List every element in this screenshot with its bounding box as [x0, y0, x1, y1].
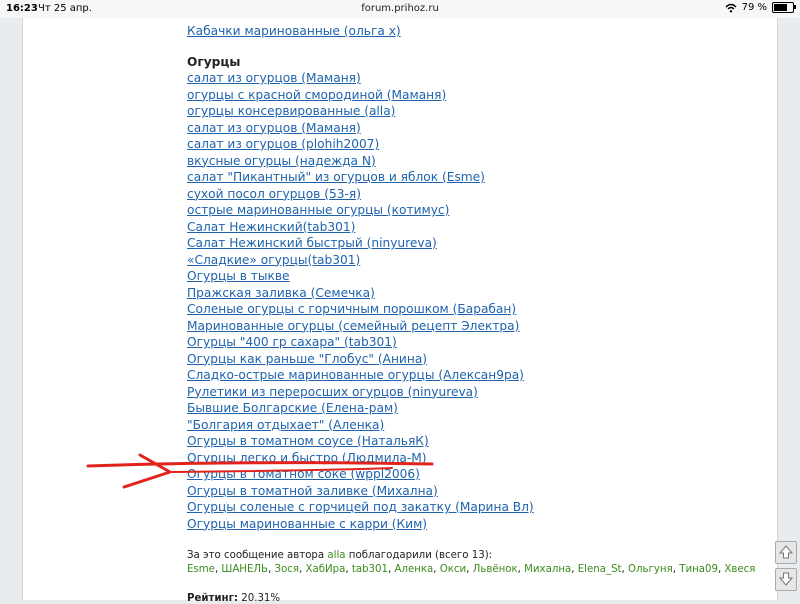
thanks-user-link[interactable]: Esme	[187, 564, 215, 575]
recipe-link[interactable]: Рулетики из переросших огурцов (ninyurev…	[187, 384, 767, 401]
rating-line: Рейтинг: 20.31%	[187, 593, 280, 604]
recipe-link[interactable]: салат из огурцов (Маманя)	[187, 120, 767, 137]
thanks-user-link[interactable]: Львёнок	[473, 564, 518, 575]
thanks-line: За это сообщение автора alla поблагодари…	[187, 550, 493, 561]
recipe-link[interactable]: Пражская заливка (Семечка)	[187, 285, 767, 302]
status-bar: 16:23 Чт 25 апр. forum.prihoz.ru 79 %	[0, 0, 800, 18]
recipe-link[interactable]: "Болгария отдыхает" (Аленка)	[187, 417, 767, 434]
recipe-link[interactable]: Огурцы как раньше "Глобус" (Анина)	[187, 351, 767, 368]
thanks-user-link[interactable]: ХабИра	[306, 564, 346, 575]
thanks-user-link[interactable]: Михална	[524, 564, 571, 575]
post-content: Кабачки маринованные (ольга х) Огурцы са…	[187, 23, 767, 532]
battery-icon	[772, 2, 796, 13]
recipe-link[interactable]: Огурцы маринованные с карри (Ким)	[187, 516, 767, 533]
thanks-user-link[interactable]: Тина09	[679, 564, 718, 575]
recipe-link[interactable]: острые маринованные огурцы (котимус)	[187, 202, 767, 219]
scroll-down-button[interactable]	[775, 568, 797, 591]
recipe-link[interactable]: «Сладкие» огурцы(tab301)	[187, 252, 767, 269]
recipe-link[interactable]: Огурцы в томатном соусе (НатальяК)	[187, 433, 767, 450]
thanks-user-link[interactable]: tab301	[352, 564, 388, 575]
rating-value: 20.31%	[241, 593, 281, 604]
recipe-link[interactable]: Огурцы в томатной заливке (Михална)	[187, 483, 767, 500]
thanks-names-list: Esme, ШАНЕЛЬ, Зося, ХабИра, tab301, Ален…	[187, 564, 756, 575]
thanks-user-link[interactable]: ШАНЕЛЬ	[221, 564, 268, 575]
arrow-up-icon	[778, 545, 794, 559]
recipe-link[interactable]: Огурцы в томатном соке (wppl2006)	[187, 466, 767, 483]
link-kabachki[interactable]: Кабачки маринованные (ольга х)	[187, 23, 767, 40]
wifi-icon	[725, 3, 737, 12]
recipe-link[interactable]: Огурцы легко и быстро (Людмила-М)	[187, 450, 767, 467]
recipe-link[interactable]: сухой посол огурцов (53-я)	[187, 186, 767, 203]
section-title-ogurtsy: Огурцы	[187, 54, 241, 69]
battery-percent: 79 %	[741, 2, 767, 13]
recipe-link[interactable]: Огурцы в тыкве	[187, 268, 767, 285]
recipe-link[interactable]: Салат Нежинский(tab301)	[187, 219, 767, 236]
status-indicators: 79 %	[725, 2, 796, 13]
recipe-link[interactable]: Бывшие Болгарские (Елена-рам)	[187, 400, 767, 417]
thanks-user-link[interactable]: Ольгуня	[628, 564, 673, 575]
thanks-author[interactable]: alla	[327, 550, 345, 561]
address-url[interactable]: forum.prihoz.ru	[0, 3, 800, 14]
thanks-user-link[interactable]: Elena_St	[578, 564, 622, 575]
rating-label: Рейтинг:	[187, 593, 238, 604]
thanks-user-link[interactable]: Зося	[275, 564, 300, 575]
recipe-link[interactable]: салат из огурцов (Маманя)	[187, 70, 767, 87]
recipe-link[interactable]: Сладко-острые маринованные огурцы (Алекс…	[187, 367, 767, 384]
thanks-user-link[interactable]: Окси	[440, 564, 466, 575]
recipe-link-list: салат из огурцов (Маманя) огурцы с красно…	[187, 70, 767, 532]
scroll-up-button[interactable]	[775, 541, 797, 564]
post-panel: Кабачки маринованные (ольга х) Огурцы са…	[22, 18, 778, 604]
recipe-link[interactable]: Огурцы соленые с горчицей под закатку (М…	[187, 499, 767, 516]
arrow-down-icon	[778, 572, 794, 586]
recipe-link[interactable]: Соленые огурцы с горчичным порошком (Бар…	[187, 301, 767, 318]
recipe-link[interactable]: Салат Нежинский быстрый (ninyureva)	[187, 235, 767, 252]
recipe-link[interactable]: салат "Пикантный" из огурцов и яблок (Es…	[187, 169, 767, 186]
recipe-link[interactable]: огурцы консервированные (alla)	[187, 103, 767, 120]
recipe-link[interactable]: огурцы с красной смородиной (Маманя)	[187, 87, 767, 104]
thanks-block: За это сообщение автора alla поблагодари…	[187, 549, 767, 577]
recipe-link[interactable]: Маринованные огурцы (семейный рецепт Эле…	[187, 318, 767, 335]
thanks-user-link[interactable]: Хвеся	[724, 564, 755, 575]
recipe-link[interactable]: вкусные огурцы (надежда N)	[187, 153, 767, 170]
recipe-link[interactable]: Огурцы "400 гр сахара" (tab301)	[187, 334, 767, 351]
thanks-user-link[interactable]: Аленка	[394, 564, 433, 575]
recipe-link[interactable]: салат из огурцов (plohih2007)	[187, 136, 767, 153]
